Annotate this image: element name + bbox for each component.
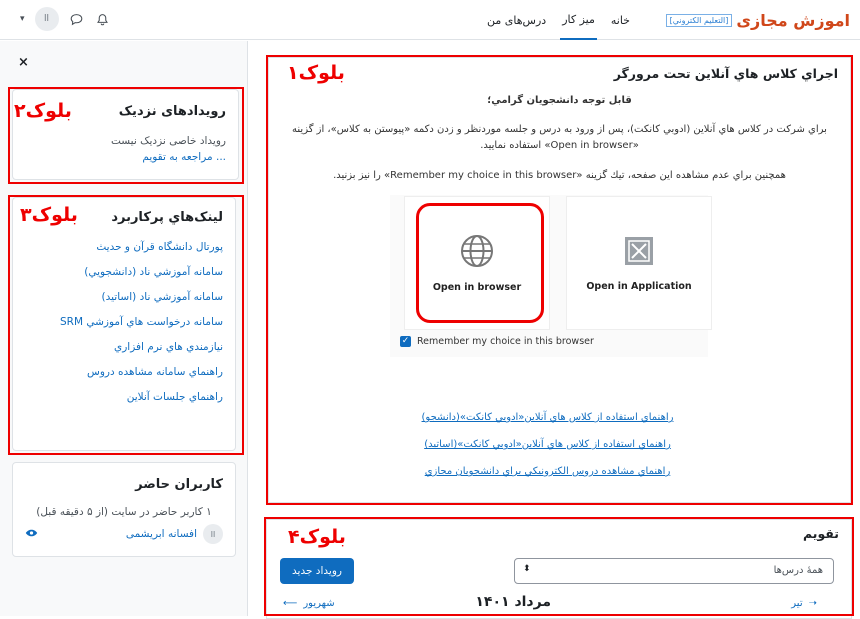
online-users-title: کاربران حاضر <box>135 477 223 492</box>
annotation-label-4: بلوک۴ <box>288 526 346 548</box>
annotation-label-3: بلوک۳ <box>20 204 78 226</box>
online-users-count: ۱ کاربر حاضر در سایت (از ۵ دقیقه قبل) <box>36 506 212 518</box>
eye-icon[interactable] <box>25 528 38 541</box>
online-user-name[interactable]: افسانه ابریشمی <box>126 528 197 540</box>
chevron-down-icon[interactable]: ▾ <box>20 14 25 24</box>
nav-dashboard[interactable]: میز کار <box>560 0 597 40</box>
primary-nav: خانه میز کار درس‌های من <box>485 0 632 40</box>
nav-home[interactable]: خانه <box>609 0 632 40</box>
top-navbar: [التعليم الكتروني] اموزش مجازی خانه میز … <box>0 0 860 40</box>
online-users-block: کاربران حاضر ۱ کاربر حاضر در سایت (از ۵ … <box>12 462 236 557</box>
logo-title: اموزش مجازی <box>736 10 850 30</box>
bell-icon[interactable] <box>95 11 111 27</box>
nav-my-courses[interactable]: درس‌های من <box>485 0 548 40</box>
online-user-row: اا افسانه ابریشمی <box>25 524 223 544</box>
logo-subtitle: [التعليم الكتروني] <box>665 13 733 27</box>
user-avatar[interactable]: اا <box>34 7 59 31</box>
site-logo[interactable]: [التعليم الكتروني] اموزش مجازی <box>665 8 850 32</box>
user-avatar: اا <box>203 524 223 544</box>
annotation-box-4 <box>264 517 854 616</box>
annotation-box-1 <box>266 55 853 505</box>
annotation-box-3 <box>8 195 244 455</box>
annotation-label-1: بلوک۱ <box>287 62 345 84</box>
annotation-label-2: بلوک۲ <box>14 100 72 122</box>
user-tools: ▾ اا <box>20 7 111 31</box>
message-icon[interactable] <box>69 11 85 27</box>
close-icon[interactable]: × <box>18 55 29 70</box>
